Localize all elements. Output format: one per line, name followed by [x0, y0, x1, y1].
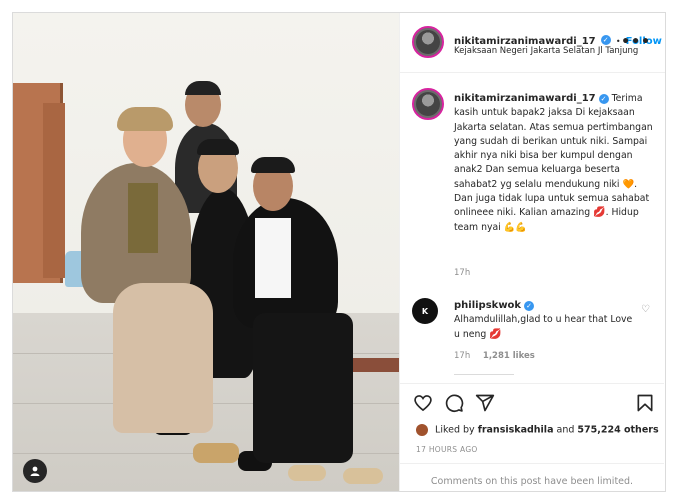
comments-list[interactable]: nikitamirzanimawardi_17 ✓ Terima kasih u…	[400, 74, 664, 383]
lips-emoji: 💋	[489, 328, 502, 340]
view-replies-line[interactable]	[454, 374, 514, 375]
comment-text: Alhamdulillah,glad to u hear that Love u…	[454, 314, 633, 340]
muscle-emoji: 💪💪	[503, 221, 527, 233]
shoe	[193, 443, 239, 463]
separator-dot: •	[615, 37, 621, 46]
person-left-shirt	[128, 183, 158, 253]
lips-emoji: 💋	[593, 207, 606, 219]
liker-username[interactable]: fransiskadhila	[478, 425, 554, 436]
verified-badge-icon: ✓	[600, 34, 611, 45]
comment-meta: 17h 1,281 likes	[454, 351, 535, 361]
likes-middle: and	[553, 424, 578, 436]
person-back-hair	[185, 81, 221, 95]
comment-username[interactable]: philipskwok	[454, 300, 521, 311]
instagram-post-window: nikitamirzanimawardi_17 ✓ • Follow Kejak…	[12, 12, 666, 492]
likes-summary: Liked by fransiskadhila and 575,224 othe…	[416, 424, 659, 436]
verified-badge-icon: ✓	[524, 300, 535, 311]
caption: nikitamirzanimawardi_17 ✓ Terima kasih u…	[454, 92, 654, 235]
action-bar: Liked by fransiskadhila and 575,224 othe…	[400, 383, 664, 443]
more-icon[interactable]: •••	[621, 34, 651, 50]
shoe	[288, 465, 326, 481]
post-timestamp[interactable]: 17 HOURS AGO	[416, 445, 478, 454]
liker-avatar[interactable]	[416, 424, 428, 436]
heart-icon[interactable]	[412, 392, 434, 414]
caption-time[interactable]: 17h	[454, 268, 470, 278]
comment-like-icon[interactable]: ♡	[641, 304, 650, 315]
post-photo[interactable]	[13, 13, 399, 491]
shoe	[343, 468, 383, 484]
photo-door-panel	[43, 103, 65, 278]
verified-badge-icon: ✓	[598, 93, 609, 104]
post-header: nikitamirzanimawardi_17 ✓ • Follow Kejak…	[400, 13, 665, 73]
person-right-hair	[251, 157, 295, 173]
caption-avatar[interactable]	[412, 88, 444, 120]
commenter-avatar[interactable]: K	[412, 298, 438, 324]
comments-limited-notice: Comments on this post have been limited.	[400, 463, 664, 491]
post-side-panel: nikitamirzanimawardi_17 ✓ • Follow Kejak…	[399, 13, 665, 491]
share-icon[interactable]	[474, 392, 496, 414]
author-avatar[interactable]	[412, 26, 444, 58]
comment-icon[interactable]	[443, 392, 465, 414]
caption-username[interactable]: nikitamirzanimawardi_17	[454, 93, 596, 104]
person-middle-hair	[197, 139, 239, 155]
heart-emoji: 🧡	[622, 178, 635, 190]
caption-text-a: Terima kasih untuk bapak2 jaksa Di kejak…	[454, 93, 653, 190]
comment-likes[interactable]: 1,281 likes	[483, 351, 535, 361]
comment: philipskwok ✓ Alhamdulillah,glad to u he…	[454, 299, 634, 342]
person-right-pants	[253, 313, 353, 463]
person-left-hair	[117, 107, 173, 131]
likes-count[interactable]: 575,224 others	[577, 425, 658, 436]
bookmark-icon[interactable]	[634, 392, 656, 414]
person-left-pants	[113, 283, 213, 433]
likes-prefix: Liked by	[435, 424, 478, 436]
person-right-shirt	[255, 218, 291, 298]
comment-time[interactable]: 17h	[454, 351, 470, 361]
user-tag-icon[interactable]	[23, 459, 47, 483]
